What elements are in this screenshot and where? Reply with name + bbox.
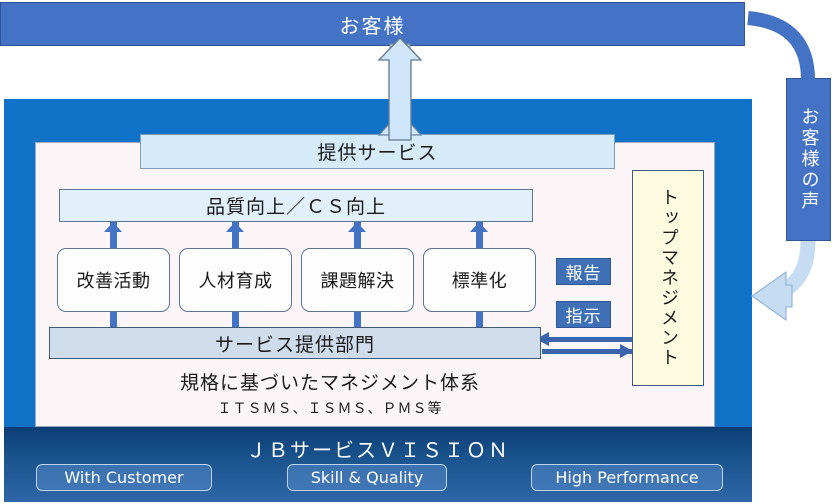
arrow-right-icon [620,344,633,358]
curved-arrow-head-icon [751,270,793,322]
customer-voice-box: お客様の声 [786,78,831,241]
curved-arrow-to-panel-icon [769,240,816,304]
activity-label-2: 人材育成 [198,271,273,292]
vision-button-high-performance[interactable]: High Performance [531,464,723,491]
activity-label-3: 課題解決 [320,271,395,292]
customer-bar: お客様 [0,2,745,46]
customer-voice-label: お客様の声 [798,107,820,212]
service-department-label: サービス提供部門 [214,333,375,356]
arrow-up-icon-1 [104,222,122,232]
vision-button-label-2: Skill & Quality [310,468,424,487]
badge-instruction-label: 指示 [565,307,602,327]
customer-bar-label: お客様 [339,13,406,38]
vision-button-with-customer[interactable]: With Customer [36,464,212,491]
quality-improvement-label: 品質向上／ＣＳ向上 [205,196,386,218]
management-system-caption: 規格に基づいたマネジメント体系 ＩＴＳＭＳ、ＩＳＭＳ、ＰＭＳ等 [80,368,580,418]
vision-button-label-1: With Customer [64,468,184,487]
vision-button-label-3: High Performance [555,468,699,487]
arrow-up-icon-3 [348,222,366,232]
provided-service-label: 提供サービス [317,142,438,164]
top-management-box: トップマネジメント [632,170,704,386]
activity-box-improvement: 改善活動 [57,248,170,312]
arrow-up-icon-4 [470,222,488,232]
arrow-line-report [548,337,632,342]
activity-box-standardization: 標準化 [423,248,536,312]
badge-report-label: 報告 [565,264,602,284]
management-system-subtitle: ＩＴＳＭＳ、ＩＳＭＳ、ＰＭＳ等 [217,401,443,417]
diagram-canvas: お客様 提供サービス 品質向上／ＣＳ向上 改善活動 人材育成 課題解決 標準化 … [0,0,832,504]
activity-label-4: 標準化 [451,271,508,292]
badge-report: 報告 [556,258,611,285]
activity-label-1: 改善活動 [76,271,151,292]
vision-title: ＪＢサービスＶＩＳＩＯＮ [246,438,510,462]
curved-arrow-to-voice-icon [747,11,815,81]
arrow-line-instruction [542,349,632,354]
arrow-up-icon-2 [226,222,244,232]
quality-improvement-box: 品質向上／ＣＳ向上 [59,189,533,222]
badge-instruction: 指示 [556,301,611,328]
provided-service-box: 提供サービス [140,134,615,169]
vision-bar: ＪＢサービスＶＩＳＩＯＮ With Customer Skill & Quali… [4,427,752,502]
activity-box-human-development: 人材育成 [179,248,292,312]
service-department-box: サービス提供部門 [49,327,541,359]
activity-box-problem-solving: 課題解決 [301,248,414,312]
management-system-title: 規格に基づいたマネジメント体系 [179,372,480,394]
top-management-label: トップマネジメント [658,188,679,368]
vision-button-skill-quality[interactable]: Skill & Quality [287,464,447,491]
